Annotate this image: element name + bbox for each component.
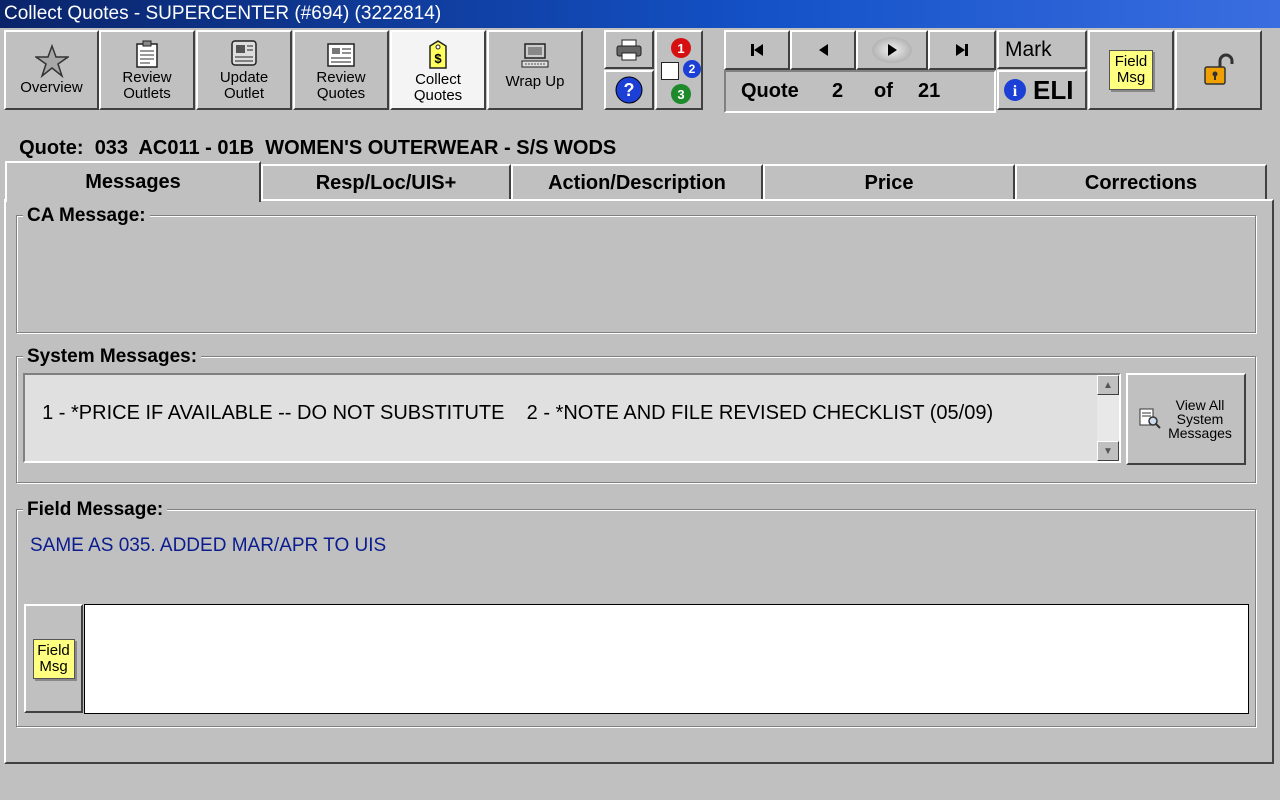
- tab-messages-label: Messages: [85, 171, 181, 193]
- magnify-document-icon: [1139, 408, 1161, 429]
- ca-message-label: CA Message:: [23, 205, 150, 227]
- field-message-input[interactable]: [84, 604, 1249, 714]
- review-outlets-button[interactable]: Review Outlets: [99, 30, 195, 110]
- wrap-up-button[interactable]: Wrap Up: [487, 30, 583, 110]
- quote-heading-label: Quote:: [19, 137, 84, 159]
- system-messages-label: System Messages:: [23, 346, 202, 368]
- last-quote-button[interactable]: [928, 30, 996, 70]
- quote-number: 033: [94, 137, 129, 159]
- mark-button[interactable]: Mark: [997, 30, 1087, 69]
- first-quote-button[interactable]: [724, 30, 790, 70]
- next-icon: [872, 37, 912, 63]
- view-all-system-messages-label: View All System Messages: [1168, 397, 1232, 441]
- tab-price-label: Price: [864, 171, 914, 194]
- first-icon: [751, 44, 763, 56]
- sequence-button[interactable]: 1 2 3: [655, 30, 703, 110]
- tab-action-description[interactable]: Action/Description: [511, 164, 763, 200]
- quote-total: 21: [918, 80, 941, 102]
- quote-counter: Quote 2 of 21: [724, 70, 996, 113]
- overview-button[interactable]: Overview: [4, 30, 99, 110]
- collect-quotes-button[interactable]: $ Collect Quotes: [390, 30, 486, 110]
- info-icon: i: [1004, 79, 1026, 101]
- svg-text:?: ?: [624, 80, 635, 100]
- eli-button[interactable]: i ELI: [997, 70, 1087, 110]
- review-quotes-label: Review Quotes: [316, 69, 366, 102]
- update-outlet-label: Update Outlet: [219, 69, 269, 102]
- next-quote-button[interactable]: [856, 30, 928, 70]
- badge-1: 1: [671, 38, 691, 58]
- help-icon: ?: [615, 76, 643, 104]
- tab-messages[interactable]: Messages: [5, 161, 261, 202]
- quote-of-label: of: [874, 80, 893, 102]
- quote-label: Quote: [741, 80, 799, 102]
- system-messages-text: 1 - *PRICE IF AVAILABLE -- DO NOT SUBSTI…: [42, 402, 994, 424]
- quote-code: AC011 - 01B: [138, 137, 255, 159]
- tab-resp-loc-uis-label: Resp/Loc/UIS+: [315, 171, 457, 194]
- star-icon: [34, 38, 69, 78]
- eli-label: ELI: [1033, 74, 1074, 105]
- svg-text:$: $: [434, 51, 442, 66]
- sequence-icon: 1 2 3: [657, 34, 701, 106]
- previous-quote-button[interactable]: [790, 30, 856, 70]
- unlocked-padlock-icon: [1203, 53, 1233, 85]
- list-page-icon: [661, 62, 679, 80]
- field-message-label: Field Message:: [23, 499, 168, 521]
- wrap-up-label: Wrap Up: [505, 73, 565, 90]
- quote-description: WOMEN'S OUTERWEAR - S/S WODS: [265, 137, 617, 159]
- tab-corrections[interactable]: Corrections: [1015, 164, 1267, 200]
- field-msg-note-icon: Field Msg: [1109, 50, 1153, 90]
- clipboard-icon: [135, 38, 159, 68]
- document-grid-icon: [326, 38, 356, 68]
- view-all-system-messages-button[interactable]: View All System Messages: [1126, 373, 1246, 465]
- tab-price[interactable]: Price: [763, 164, 1015, 200]
- review-outlets-label: Review Outlets: [122, 69, 172, 102]
- scroll-down-arrow[interactable]: ▼: [1097, 441, 1119, 461]
- help-button[interactable]: ?: [604, 70, 654, 110]
- window-title: Collect Quotes - SUPERCENTER (#694) (322…: [0, 0, 1280, 28]
- computer-icon: [519, 38, 551, 72]
- tab-corrections-label: Corrections: [1084, 171, 1198, 194]
- newspaper-icon: [229, 38, 259, 68]
- svg-text:i: i: [1013, 83, 1018, 100]
- money-tag-icon: $: [426, 38, 450, 70]
- mark-label: Mark: [1005, 37, 1052, 61]
- review-quotes-button[interactable]: Review Quotes: [293, 30, 389, 110]
- overview-label: Overview: [20, 79, 83, 96]
- update-outlet-button[interactable]: Update Outlet: [196, 30, 292, 110]
- collect-quotes-label: Collect Quotes: [413, 71, 463, 104]
- printer-icon: [616, 39, 642, 60]
- field-msg-note-text: Field Msg: [1114, 53, 1148, 86]
- ca-message-group: [16, 215, 1256, 333]
- system-messages-box[interactable]: 1 - *PRICE IF AVAILABLE -- DO NOT SUBSTI…: [23, 373, 1121, 463]
- last-icon: [956, 44, 968, 56]
- quote-current: 2: [832, 80, 844, 102]
- quote-heading: Quote: 033 AC011 - 01B WOMEN'S OUTERWEAR…: [8, 114, 616, 160]
- system-messages-scrollbar[interactable]: ▲ ▼: [1097, 375, 1119, 461]
- field-msg-toolbar-button[interactable]: Field Msg: [1088, 30, 1174, 110]
- previous-icon: [819, 44, 828, 56]
- tab-resp-loc-uis[interactable]: Resp/Loc/UIS+: [261, 164, 511, 200]
- print-button[interactable]: [604, 30, 654, 69]
- field-msg-edit-button[interactable]: Field Msg: [24, 604, 83, 713]
- scroll-up-arrow[interactable]: ▲: [1097, 375, 1119, 395]
- field-msg-edit-icon: Field Msg: [32, 638, 75, 679]
- tab-action-description-label: Action/Description: [548, 171, 726, 194]
- lock-button[interactable]: [1175, 30, 1262, 110]
- field-msg-edit-text: Field Msg: [37, 641, 70, 675]
- badge-3: 3: [671, 84, 691, 104]
- field-message-text: SAME AS 035. ADDED MAR/APR TO UIS: [30, 535, 387, 556]
- badge-2: 2: [683, 60, 701, 78]
